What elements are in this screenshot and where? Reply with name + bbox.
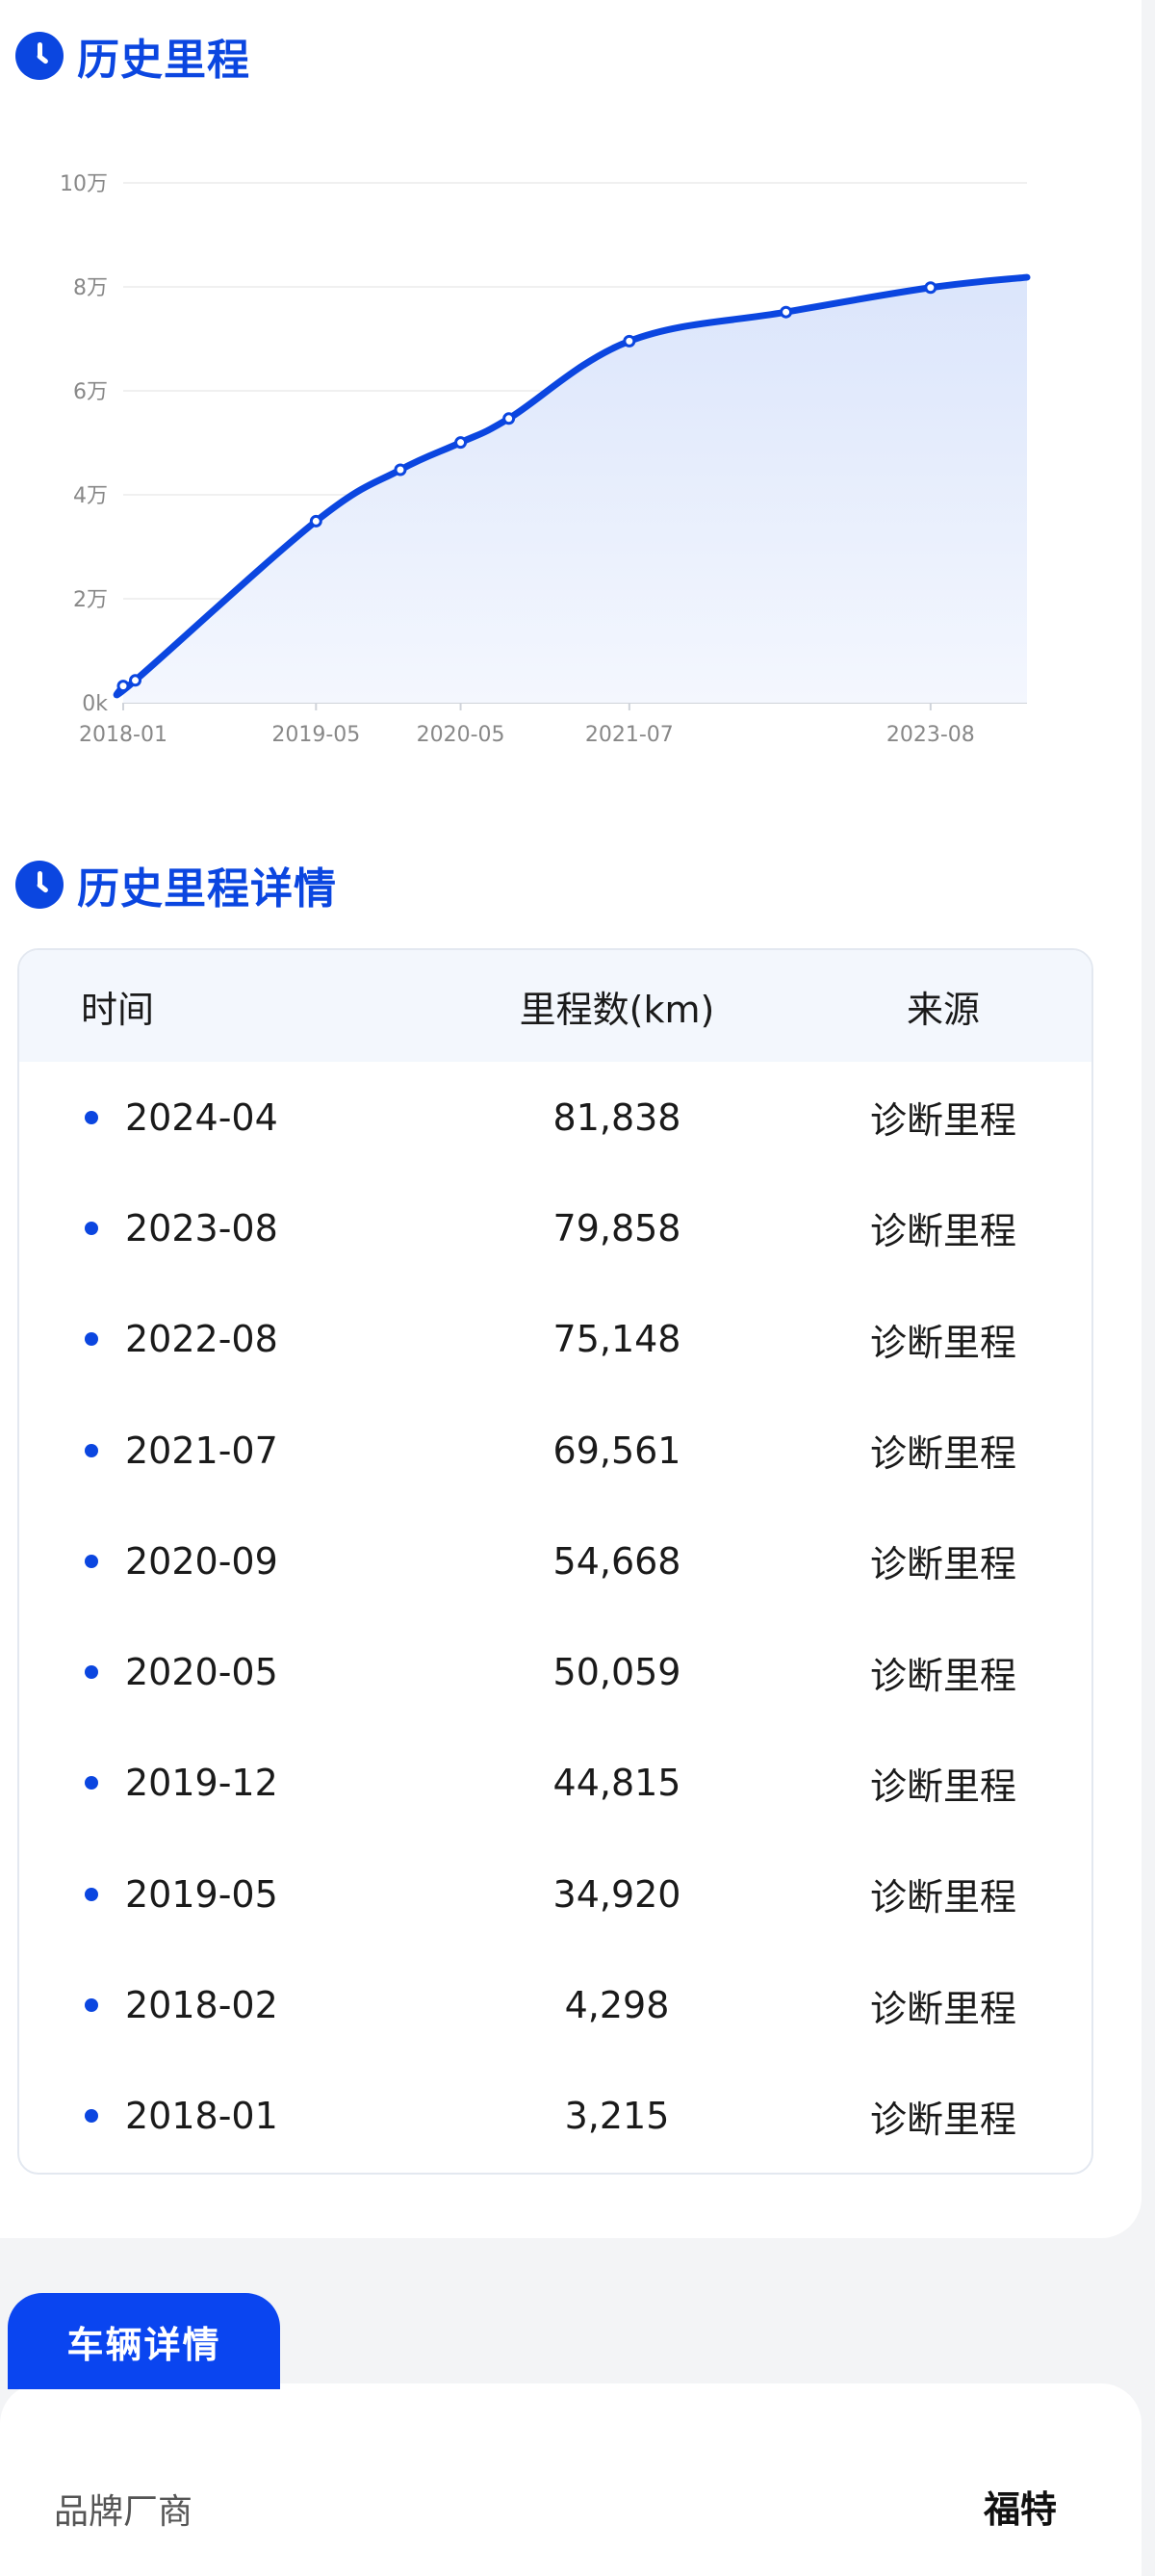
table-row: 2021-07 69,561 诊断里程	[19, 1395, 1091, 1506]
row-source: 诊断里程	[869, 1210, 1016, 1253]
data-point	[780, 305, 793, 319]
table-row: 2018-02 4,298 诊断里程	[19, 1949, 1091, 2060]
vehicle-card	[0, 2383, 1142, 2576]
bullet-icon	[85, 1221, 98, 1235]
y-tick-label: 0k	[82, 692, 108, 716]
clock-icon	[15, 861, 64, 909]
table-section-header: 历史里程详情	[15, 854, 337, 915]
row-time-text: 2023-08	[125, 1206, 278, 1249]
table-row: 2019-05 34,920 诊断里程	[19, 1839, 1091, 1949]
bullet-icon	[85, 1665, 98, 1680]
bullet-icon	[85, 1332, 98, 1347]
mileage-chart: 0k 2万 4万 6万 8万 10万 2018-01 2019-05 2020-05 2021-…	[60, 172, 1031, 747]
row-time: 2019-12	[19, 1762, 439, 1804]
row-time-text: 2024-04	[125, 1095, 278, 1139]
row-time-text: 2019-05	[125, 1872, 278, 1916]
table-row: 2024-04 81,838 诊断里程	[19, 1062, 1091, 1172]
row-time-text: 2021-07	[125, 1429, 278, 1472]
data-point	[129, 674, 142, 687]
y-tick-label: 6万	[73, 380, 108, 404]
row-km: 4,298	[564, 1984, 670, 2027]
x-tick-label: 2019-05	[271, 723, 360, 747]
chart-section-title: 历史里程	[77, 36, 250, 85]
row-source: 诊断里程	[869, 1099, 1016, 1143]
row-time: 2021-07	[19, 1430, 439, 1472]
data-point	[454, 436, 468, 450]
row-km: 81,838	[552, 1095, 681, 1139]
row-time: 2022-08	[19, 1318, 439, 1360]
row-source: 诊断里程	[869, 1987, 1016, 2030]
brand-value: 福特	[983, 2488, 1057, 2531]
mileage-table: 时间 里程数(km) 来源 2024-04 81,838 诊断里程 2023-08 79…	[17, 948, 1093, 2175]
row-source: 诊断里程	[869, 1432, 1016, 1476]
row-source: 诊断里程	[869, 1654, 1016, 1697]
x-tick-label: 2023-08	[886, 723, 975, 747]
row-source: 诊断里程	[869, 2098, 1016, 2141]
row-km: 50,059	[552, 1651, 681, 1694]
bullet-icon	[85, 1110, 98, 1124]
row-km: 79,858	[552, 1206, 681, 1249]
row-time-text: 2018-01	[125, 2095, 278, 2138]
data-point	[309, 514, 322, 528]
row-time-text: 2020-05	[125, 1651, 278, 1694]
row-km: 69,561	[552, 1429, 681, 1472]
row-time: 2018-02	[19, 1984, 439, 2026]
bullet-icon	[85, 1776, 98, 1790]
table-row: 2020-09 54,668 诊断里程	[19, 1506, 1091, 1616]
row-time: 2020-05	[19, 1651, 439, 1693]
table-row: 2020-05 50,059 诊断里程	[19, 1616, 1091, 1727]
row-km: 75,148	[552, 1318, 681, 1361]
bullet-icon	[85, 2109, 98, 2124]
table-row: 2018-01 3,215 诊断里程	[19, 2061, 1091, 2172]
bullet-icon	[85, 1887, 98, 1901]
data-point	[623, 334, 636, 348]
x-tick-label: 2020-05	[417, 723, 505, 747]
row-km: 3,215	[564, 2095, 670, 2138]
data-point	[394, 463, 407, 477]
header-source: 来源	[906, 988, 980, 1031]
y-tick-label: 10万	[60, 172, 108, 196]
row-km: 44,815	[552, 1762, 681, 1805]
row-time-text: 2018-02	[125, 1984, 278, 2027]
bullet-icon	[85, 1998, 98, 2013]
x-tick-label: 2021-07	[585, 723, 674, 747]
clock-icon	[15, 32, 64, 80]
data-point	[116, 680, 130, 693]
y-tick-label: 4万	[73, 484, 108, 508]
bullet-icon	[85, 1443, 98, 1457]
row-time-text: 2019-12	[125, 1762, 278, 1805]
y-tick-label: 8万	[73, 276, 108, 300]
header-time: 时间	[81, 988, 155, 1031]
row-time: 2023-08	[19, 1207, 439, 1249]
data-point	[502, 412, 516, 425]
tab-vehicle-details[interactable]: 车辆详情	[8, 2293, 280, 2389]
table-row: 2023-08 79,858 诊断里程	[19, 1172, 1091, 1283]
bullet-icon	[85, 1554, 98, 1568]
row-source: 诊断里程	[869, 1765, 1016, 1808]
table-header: 时间 里程数(km) 来源	[19, 950, 1091, 1062]
row-time-text: 2022-08	[125, 1318, 278, 1361]
table-row: 2022-08 75,148 诊断里程	[19, 1284, 1091, 1395]
row-time: 2024-04	[19, 1096, 439, 1139]
row-source: 诊断里程	[869, 1543, 1016, 1586]
row-km: 34,920	[552, 1872, 681, 1916]
data-point	[924, 281, 937, 295]
x-tick-label: 2018-01	[79, 723, 167, 747]
brand-label: 品牌厂商	[54, 2492, 193, 2532]
chart-section-header: 历史里程	[15, 25, 250, 87]
header-km: 里程数(km)	[519, 988, 715, 1031]
table-section-title: 历史里程详情	[77, 864, 337, 914]
mileage-card: 历史里程 0k 2万 4万 6万 8万 10万 2018-01 2019-05 2020-05…	[0, 0, 1142, 2238]
y-tick-label: 2万	[73, 588, 108, 612]
row-km: 54,668	[552, 1539, 681, 1583]
table-row: 2019-12 44,815 诊断里程	[19, 1728, 1091, 1839]
row-time: 2020-09	[19, 1540, 439, 1583]
row-time: 2019-05	[19, 1873, 439, 1916]
row-time-text: 2020-09	[125, 1539, 278, 1583]
row-time: 2018-01	[19, 2095, 439, 2137]
row-source: 诊断里程	[869, 1321, 1016, 1364]
table-body: 2024-04 81,838 诊断里程 2023-08 79,858 诊断里程 2022-0…	[19, 1062, 1091, 2172]
chart-area-fill	[116, 277, 1028, 703]
row-source: 诊断里程	[869, 1876, 1016, 1919]
